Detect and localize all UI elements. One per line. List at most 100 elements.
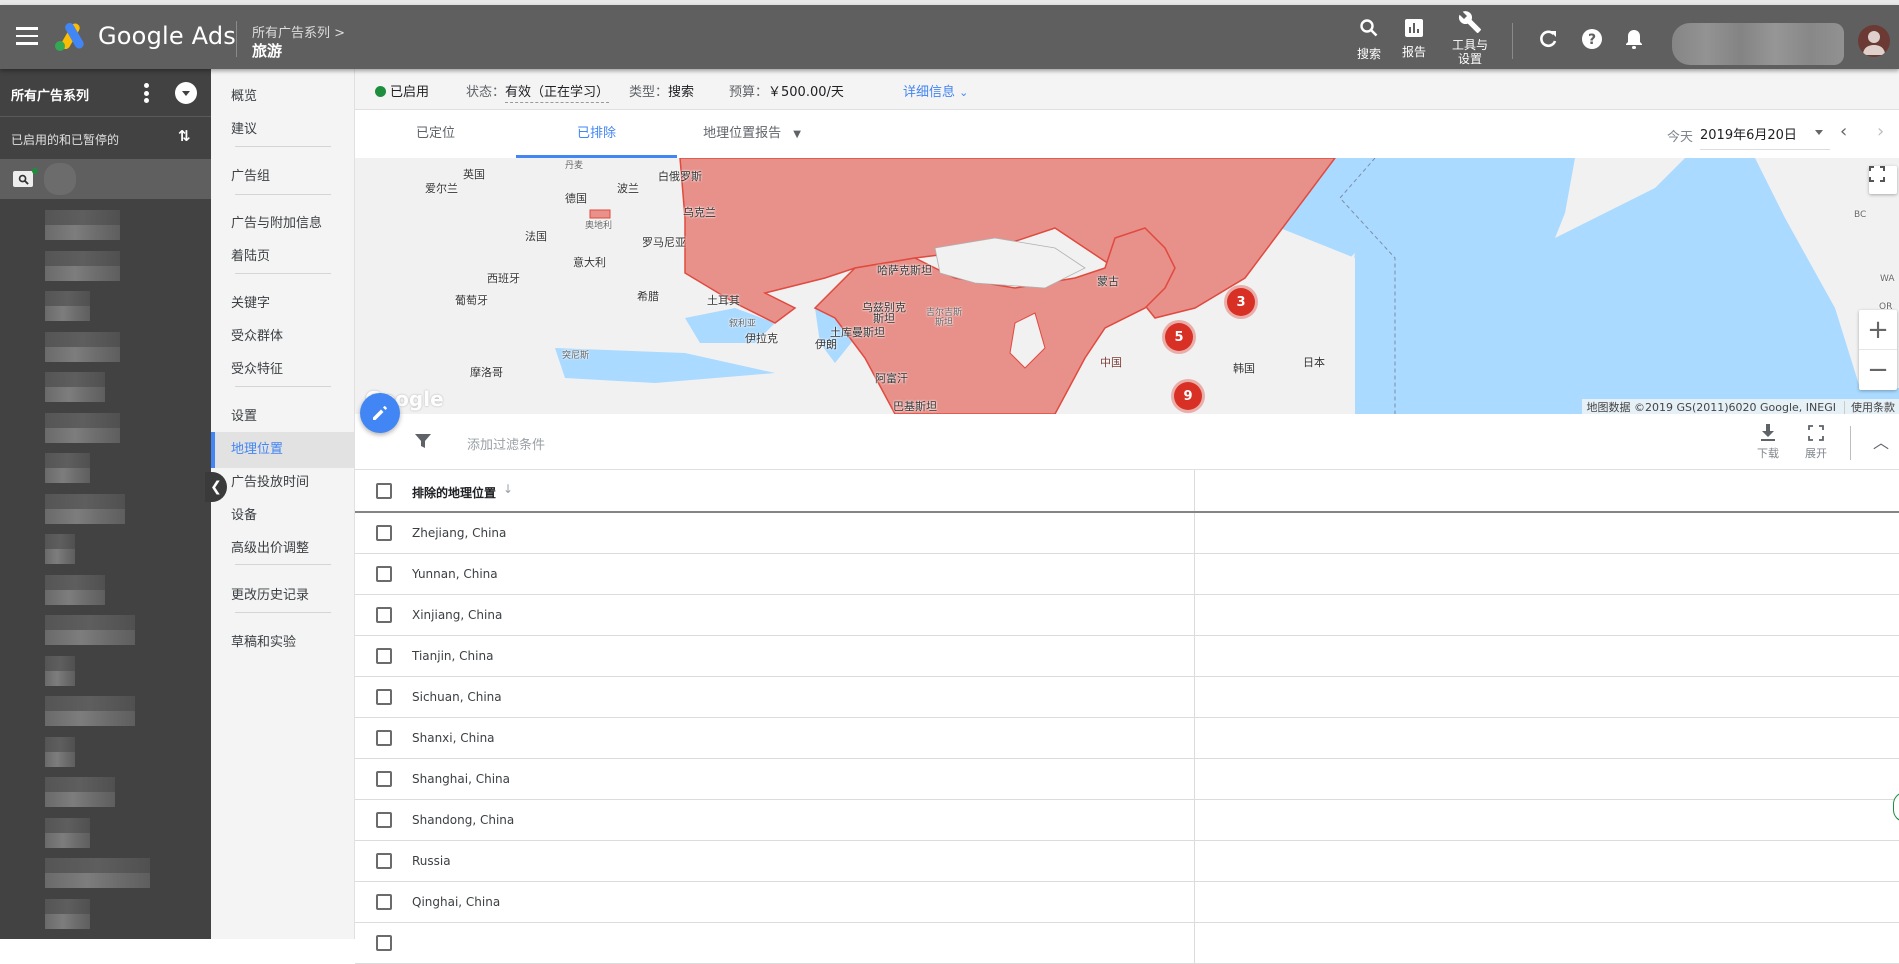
nav-item[interactable]: 广告组 [211,159,354,195]
campaign-list-item-blurred[interactable] [45,412,120,443]
map-fullscreen-button[interactable] [1869,166,1897,194]
row-checkbox[interactable] [376,689,392,705]
nav-item[interactable]: 高级出价调整 [211,531,354,567]
column-header-excluded-location[interactable]: 排除的地理位置 [412,484,496,501]
campaign-list-item-blurred[interactable] [45,898,90,929]
collapse-map-button[interactable]: ︿ [1873,429,1889,453]
campaign-list-item-blurred[interactable] [45,777,115,807]
geo-map[interactable]: 爱尔兰 英国 丹麦 德国 波兰 白俄罗斯 乌克兰 奥地利 法国 罗马尼亚 意大利… [355,158,1899,414]
table-row[interactable]: Russia [355,841,1899,882]
nav-item[interactable]: 更改历史记录 [211,578,354,614]
nav-item[interactable]: 地理位置 [211,432,354,468]
search-tool-button[interactable]: 搜索 [1357,15,1381,62]
expand-button[interactable]: 展开 [1805,424,1827,461]
row-checkbox[interactable] [376,648,392,664]
menu-icon[interactable] [16,27,38,45]
select-all-checkbox[interactable] [376,483,392,499]
download-icon [1761,424,1775,441]
reports-tool-button[interactable]: 报告 [1402,15,1426,60]
nav-item[interactable]: 受众群体 [211,319,354,355]
help-button[interactable]: ? [1580,27,1604,51]
table-row[interactable]: Yunnan, China [355,554,1899,595]
nav-item[interactable]: 概览 [211,79,354,115]
nav-item[interactable]: 着陆页 [211,239,354,275]
campaign-dropdown-button[interactable] [175,82,197,104]
date-previous-button[interactable]: ‹ [1840,121,1847,142]
row-checkbox[interactable] [376,894,392,910]
row-checkbox[interactable] [376,935,392,951]
table-row[interactable]: Shandong, China [355,800,1899,841]
campaign-list-item-blurred[interactable] [45,291,90,321]
enabled-status[interactable]: 已启用 [375,81,429,100]
table-row[interactable]: Tianjin, China [355,636,1899,677]
nav-item[interactable]: 关键字 [211,286,354,322]
campaign-status-filter[interactable]: 已启用的和已暂停的 ⇅ [0,117,211,159]
campaign-list-item-blurred[interactable] [45,493,125,524]
campaign-list-item-blurred[interactable] [45,372,105,402]
campaign-list-item-blurred[interactable] [45,250,120,281]
avatar[interactable] [1858,25,1890,57]
row-checkbox[interactable] [376,730,392,746]
tab-excluded[interactable]: 已排除 [516,110,677,158]
map-cluster-marker[interactable]: 5 [1165,323,1193,351]
nav-item[interactable]: 设备 [211,498,354,534]
nav-item[interactable]: 草稿和实验 [211,625,354,661]
account-info-blurred[interactable] [1672,23,1844,65]
add-filter-input[interactable]: 添加过滤条件 [467,434,545,453]
details-link[interactable]: 详细信息 ⌄ [903,81,968,100]
map-cluster-marker[interactable]: 3 [1227,288,1255,316]
campaign-list-item-blurred[interactable] [45,655,75,686]
row-checkbox[interactable] [376,525,392,541]
row-checkbox[interactable] [376,812,392,828]
sort-arrow-down-icon[interactable]: ↓ [503,482,513,496]
campaign-panel-header: 所有广告系列 [0,69,211,117]
row-checkbox[interactable] [376,566,392,582]
map-terms-link[interactable]: 使用条款 [1844,401,1895,414]
campaign-list-item-blurred[interactable] [45,331,120,362]
table-row[interactable]: Zhejiang, China [355,513,1899,554]
tab-location-report[interactable]: 地理位置报告 ▼ [677,110,827,158]
nav-item[interactable]: 建议 [211,112,354,148]
campaign-list-item-blurred[interactable] [45,453,90,483]
more-options-icon[interactable] [142,83,150,103]
table-row-partial[interactable] [355,923,1899,964]
table-row[interactable]: Shanghai, China [355,759,1899,800]
row-checkbox[interactable] [376,853,392,869]
campaign-list-item-blurred[interactable] [45,615,135,645]
campaign-list-item-blurred[interactable] [45,574,105,605]
table-row[interactable]: Qinghai, China [355,882,1899,923]
campaign-list-item-blurred[interactable] [45,736,75,767]
table-row[interactable]: Shanxi, China [355,718,1899,759]
campaign-list-item-blurred[interactable] [45,534,75,564]
table-row[interactable]: Sichuan, China [355,677,1899,718]
campaign-list-item-blurred[interactable] [45,817,90,848]
zoom-in-button[interactable]: + [1859,310,1897,350]
nav-item[interactable]: 广告与附加信息 [211,206,354,242]
map-cluster-marker[interactable]: 9 [1174,382,1202,410]
refresh-button[interactable] [1536,27,1560,51]
sort-icon[interactable]: ⇅ [178,127,191,145]
nav-item[interactable]: 广告投放时间 [211,465,354,501]
selected-campaign-item[interactable] [0,159,211,199]
campaign-list-item-blurred[interactable] [45,696,135,726]
table-row[interactable]: Xinjiang, China [355,595,1899,636]
campaign-list-item-blurred[interactable] [45,210,120,240]
date-next-button[interactable]: › [1877,121,1884,142]
breadcrumb-parent[interactable]: 所有广告系列 > [252,22,345,41]
location-name: Shanxi, China [412,731,495,745]
date-dropdown-icon[interactable] [1815,130,1823,139]
campaign-list-item-blurred[interactable] [45,858,150,888]
edit-locations-button[interactable] [360,393,400,433]
row-checkbox[interactable] [376,771,392,787]
filter-button[interactable] [415,433,431,453]
download-button[interactable]: 下载 [1757,424,1779,461]
row-checkbox[interactable] [376,607,392,623]
date-range-picker[interactable]: 2019年6月20日 [1700,124,1830,150]
nav-item[interactable]: 设置 [211,399,354,435]
nav-item[interactable]: 受众特征 [211,352,354,388]
tab-targeted[interactable]: 已定位 [355,110,516,158]
zoom-out-button[interactable]: − [1859,350,1897,390]
tools-settings-button[interactable]: 工具与 设置 [1452,9,1488,66]
notifications-button[interactable] [1622,27,1646,51]
status-value[interactable]: 有效（正在学习） [505,85,610,103]
